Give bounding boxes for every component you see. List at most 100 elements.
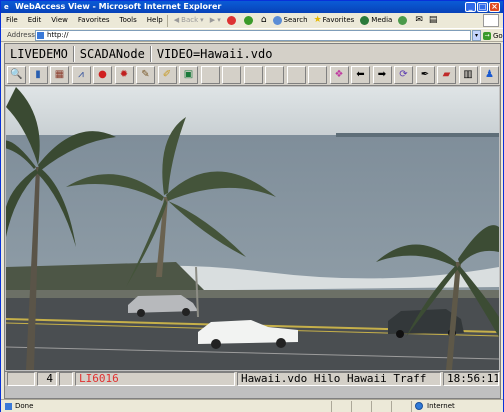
alarm-icon: ✹ [119,69,129,80]
media-button[interactable]: Media [357,13,395,28]
tag-icon: ✎ [141,69,150,80]
search-label: Search [283,16,308,24]
go-arrow-icon: → [483,31,491,40]
video-feed [6,87,499,370]
video-frame [6,87,499,370]
status-text: Done [15,402,34,410]
search-icon [272,16,282,25]
back-label: Back [181,16,199,24]
star-icon: ★ [313,15,322,25]
menu-help[interactable]: Help [142,13,164,28]
forward-arrow-button[interactable]: ➡ [372,66,392,84]
back-arrow-icon: ⬅ [356,69,365,80]
menu-edit[interactable]: Edit [23,13,47,28]
forward-button[interactable]: ▶ ▾ [207,13,224,28]
mail-icon: ✉ [415,15,423,25]
menu-favorites[interactable]: Favorites [73,13,115,28]
minimize-button[interactable]: _ [465,2,476,12]
status-time: 18:56:11 [443,372,499,386]
favorites-button[interactable]: ★ Favorites [311,13,358,28]
webaccess-status-strip: 4 LI6016 Hawaii.vdo Hilo Hawaii Traff 18… [5,371,500,386]
phone-button[interactable]: ▮ [28,66,48,84]
monitor-button[interactable]: ▣ [179,66,198,84]
forward-arrow-icon: ➡ [377,69,387,80]
address-input[interactable]: http:// [35,30,471,41]
cycle-icon: ⟳ [399,69,408,80]
home-button[interactable]: ⌂ [258,13,270,28]
eraser-icon: ▰ [442,69,451,80]
refresh-button[interactable] [241,16,258,25]
trend-icon: ⩘ [78,69,84,80]
sidewalk [6,290,499,298]
mail-button[interactable]: ✉ [412,13,426,28]
windows-flag-icon [483,14,499,27]
alarm-button[interactable]: ✹ [114,66,134,84]
tag-button[interactable]: ✎ [136,66,155,84]
status-divider [331,401,332,412]
color-cubes-button[interactable]: ❖ [329,66,349,84]
internet-zone-icon [415,402,423,410]
stop-button[interactable] [224,16,241,25]
eraser-button[interactable]: ▰ [437,66,456,84]
menu-tools[interactable]: Tools [115,13,142,28]
stop-icon [226,16,236,25]
status-blank [59,372,73,386]
film-button[interactable]: ▥ [458,66,478,84]
empty-tool-slot [222,66,241,84]
empty-tool-slot [308,66,327,84]
empty-tool-slot [243,66,263,84]
status-divider [351,401,352,412]
ie-logo-icon: e [4,3,9,11]
home-icon: ⌂ [260,15,267,25]
status-message: Hawaii.vdo Hilo Hawaii Traff [237,372,441,386]
search-button[interactable]: Search [270,13,311,28]
back-arrow-icon: ◀ [173,16,180,24]
back-button[interactable]: ◀ Back ▾ [171,13,207,28]
trend-button[interactable]: ⩘ [71,66,91,84]
pencil-icon: ✐ [162,69,172,80]
phone-icon: ▮ [35,69,41,80]
page-icon [37,32,44,39]
person-button[interactable]: ♟ [480,66,499,84]
history-button[interactable] [395,16,412,25]
maximize-button[interactable]: □ [477,2,488,12]
magnifier-button[interactable]: 🔍 [7,66,26,84]
empty-tool-slot [200,66,220,84]
video-name: VIDEO=Hawaii.vdo [156,46,273,61]
chevron-down-icon: ▾ [200,16,204,24]
favorites-label: Favorites [322,16,355,24]
print-icon: ▤ [428,15,438,25]
close-button[interactable]: × [489,2,500,12]
menu-divider [166,14,168,27]
menu-view[interactable]: View [46,13,73,28]
monitor-icon: ▣ [183,69,194,80]
chart-button[interactable]: ▦ [50,66,69,84]
address-label: Address [7,31,35,39]
color-cubes-icon: ❖ [334,69,344,80]
breakwater [336,133,499,137]
back-arrow-button[interactable]: ⬅ [351,66,370,84]
refresh-icon [243,16,253,25]
cycle-button[interactable]: ⟳ [394,66,413,84]
magnifier-icon: 🔍 [10,69,23,80]
status-blank [7,372,35,386]
empty-tool-slot [286,66,306,84]
pencil-button[interactable]: ✐ [157,66,177,84]
address-dropdown[interactable]: ▾ [472,30,481,41]
window-title: WebAccess View - Microsoft Internet Expl… [15,2,222,11]
chart-icon: ▦ [54,69,65,80]
person-icon: ♟ [485,69,494,80]
page-done-icon [5,403,12,410]
menu-file[interactable]: File [1,13,23,28]
status-divider [391,401,392,412]
alarm-tag: LI6016 [75,372,235,386]
red-ball-button[interactable]: ● [93,66,112,84]
sky [6,87,499,135]
print-button[interactable]: ▤ [426,13,441,28]
pen-icon: ✒ [420,69,430,80]
red-ball-icon: ● [98,69,107,80]
pen-button[interactable]: ✒ [415,66,435,84]
go-button[interactable]: → Go [483,30,503,41]
film-icon: ▥ [463,69,473,80]
project-name: LIVEDEMO [10,46,68,61]
